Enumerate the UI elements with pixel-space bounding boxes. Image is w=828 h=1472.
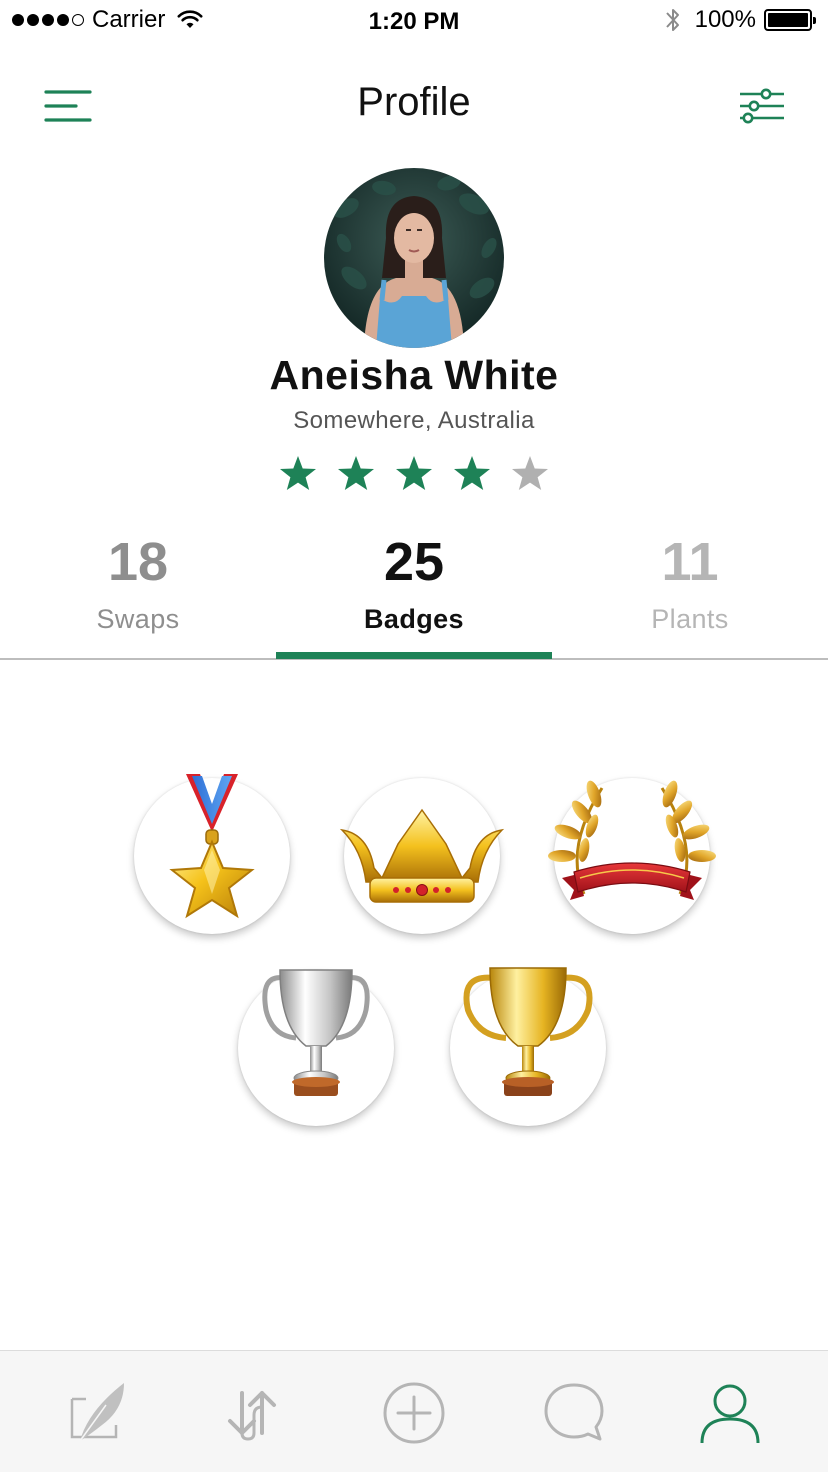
laurel-wreath-icon [548,780,716,900]
page-title: Profile [357,80,471,124]
star-icon [396,456,432,490]
star-icon [338,456,374,490]
tab-swaps[interactable]: 18 Swaps [0,526,276,658]
plants-count: 11 [661,532,719,592]
star-icon [454,456,490,490]
add-circle-icon[interactable] [382,1381,446,1445]
avatar[interactable] [324,168,504,348]
badge-gold-trophy[interactable] [450,967,606,1126]
bluetooth-icon [665,9,679,31]
filter-sliders-icon[interactable] [736,86,788,126]
plants-label: Plants [651,604,729,634]
rating-stars [278,446,550,502]
profile-stats-tabs: 18 Swaps 25 Badges 11 Plants [0,526,828,660]
star-icon [512,456,548,490]
silver-trophy-icon [262,969,370,1096]
crown-icon [339,808,505,903]
swaps-count: 18 [107,532,169,592]
selected-tab-indicator [276,652,552,659]
feather-post-icon[interactable] [66,1381,130,1445]
profile-location: Somewhere, Australia [293,407,535,434]
tab-badges[interactable]: 25 Badges [276,526,552,658]
star-icon [280,456,316,490]
badge-crown[interactable] [339,778,505,934]
star-medal-icon [169,774,255,919]
chat-bubble-icon[interactable] [542,1381,606,1445]
swap-arrows-icon[interactable] [220,1381,284,1445]
tab-plants[interactable]: 11 Plants [552,526,828,658]
battery-icon [764,9,816,31]
badges-label: Badges [364,604,464,634]
bottom-tab-bar [0,1350,828,1472]
profile-name: Aneisha White [269,352,559,398]
status-bar: Carrier 1:20 PM 100% [0,0,828,40]
badge-star-medal[interactable] [134,774,290,934]
badge-silver-trophy[interactable] [238,969,394,1126]
profile-person-icon[interactable] [698,1381,762,1445]
battery-percentage: 100% [694,6,756,33]
badge-laurel-wreath[interactable] [548,778,716,934]
gold-trophy-icon [463,967,593,1096]
badges-count: 25 [383,532,445,592]
status-right: 100% [665,6,816,34]
swaps-label: Swaps [96,604,180,634]
